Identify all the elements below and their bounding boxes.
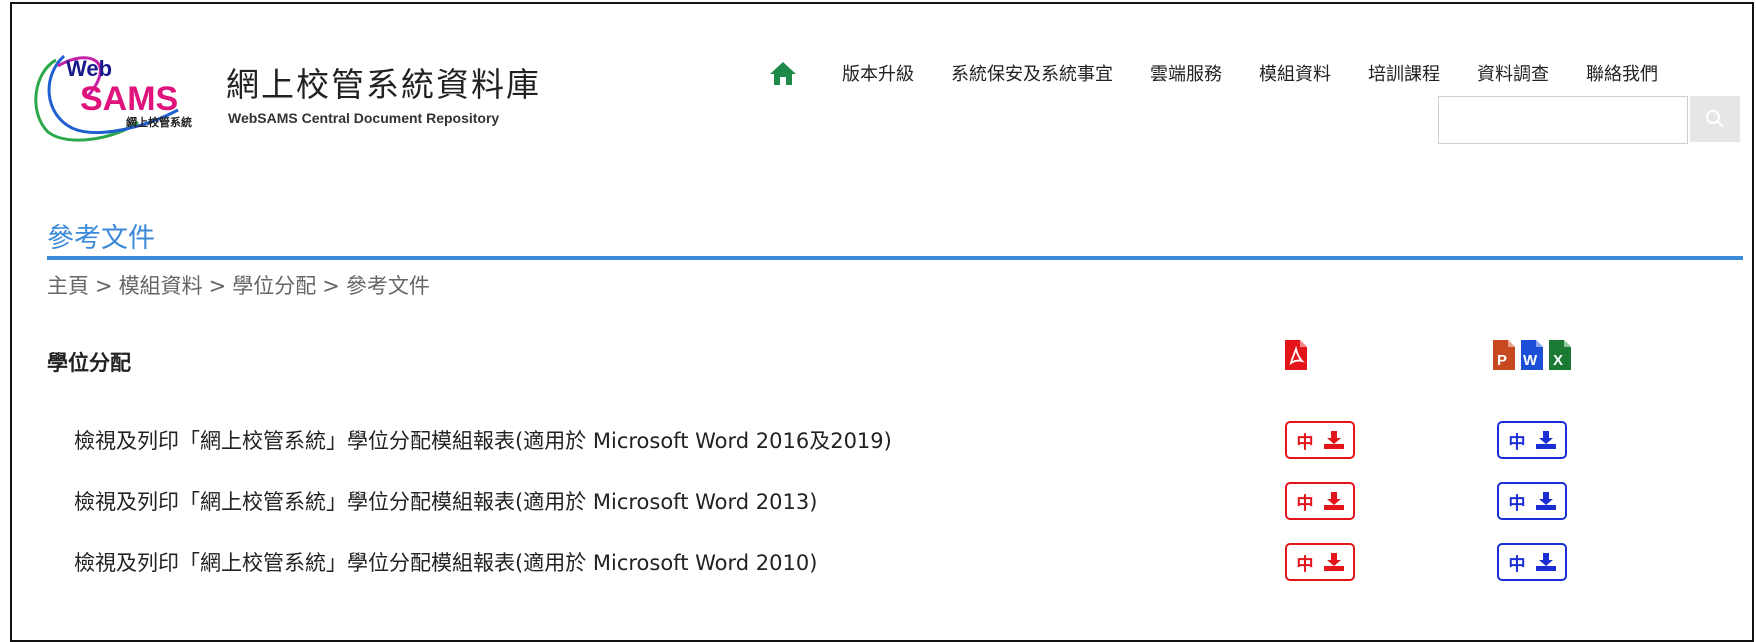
nav-item-security[interactable]: 系統保安及系統事宜 (951, 60, 1113, 86)
word-file-icon: W (1521, 340, 1543, 370)
site-title: 網上校管系統資料庫 (226, 65, 541, 104)
logo-word-bottom: SAMS (80, 80, 178, 118)
download-icon (1323, 431, 1344, 449)
pdf-column-header (1285, 340, 1307, 370)
page-title: 參考文件 (47, 223, 155, 254)
nav-item-contact[interactable]: 聯絡我們 (1586, 60, 1658, 86)
breadcrumb-separator: > (95, 274, 113, 298)
search-button[interactable] (1690, 96, 1740, 142)
download-pdf-button[interactable]: 中 (1285, 543, 1355, 581)
doc-row: 檢視及列印「網上校管系統」學位分配模組報表(適用於 Microsoft Word… (12, 415, 1756, 465)
nav-item-training[interactable]: 培訓課程 (1368, 60, 1440, 86)
logo-word-top: Web (66, 56, 112, 81)
svg-text:W: W (1523, 352, 1538, 369)
doc-title: 檢視及列印「網上校管系統」學位分配模組報表(適用於 Microsoft Word… (74, 490, 818, 514)
breadcrumb-school-places[interactable]: 學位分配 (232, 274, 316, 298)
doc-title: 檢視及列印「網上校管系統」學位分配模組報表(適用於 Microsoft Word… (74, 429, 892, 453)
download-icon (1323, 492, 1344, 510)
doc-title: 檢視及列印「網上校管系統」學位分配模組報表(適用於 Microsoft Word… (74, 551, 818, 575)
doc-row: 檢視及列印「網上校管系統」學位分配模組報表(適用於 Microsoft Word… (12, 476, 1756, 526)
pdf-file-icon (1285, 340, 1307, 370)
excel-file-icon: X (1549, 340, 1571, 370)
section-title: 學位分配 (47, 351, 131, 375)
powerpoint-file-icon: P (1493, 340, 1515, 370)
websams-logo-graphic: Web SAMS (34, 54, 179, 142)
svg-text:X: X (1553, 352, 1563, 369)
search-input[interactable] (1438, 96, 1688, 144)
download-pdf-button[interactable]: 中 (1285, 421, 1355, 459)
download-office-button[interactable]: 中 (1497, 482, 1567, 520)
nav-item-survey[interactable]: 資料調查 (1477, 60, 1549, 86)
download-icon (1535, 553, 1556, 571)
lang-label: 中 (1508, 554, 1526, 575)
logo-cn-small: 網上校管系統 (126, 116, 192, 129)
nav-item-cloud[interactable]: 雲端服務 (1150, 60, 1222, 86)
page-frame: Web SAMS 網上校管系統 網上校管系統資料庫 WebSAMS Centra… (10, 2, 1754, 642)
main-nav: 版本升級 系統保安及系統事宜 雲端服務 模組資料 培訓課程 資料調查 聯絡我們 (769, 56, 1658, 90)
lang-label: 中 (1296, 493, 1314, 514)
lang-label: 中 (1508, 493, 1526, 514)
download-icon (1323, 553, 1344, 571)
office-column-header: P W X (1493, 340, 1571, 370)
site-logo[interactable]: Web SAMS 網上校管系統 網上校管系統資料庫 WebSAMS Centra… (28, 52, 548, 144)
download-pdf-button[interactable]: 中 (1285, 482, 1355, 520)
doc-row: 檢視及列印「網上校管系統」學位分配模組報表(適用於 Microsoft Word… (12, 537, 1756, 587)
breadcrumb-separator: > (208, 274, 227, 298)
breadcrumb-modules[interactable]: 模組資料 (119, 274, 203, 298)
lang-label: 中 (1508, 432, 1526, 453)
search-icon (1706, 110, 1724, 128)
nav-item-modules[interactable]: 模組資料 (1259, 60, 1331, 86)
breadcrumb-home[interactable]: 主頁 (47, 274, 89, 298)
breadcrumb-current: 參考文件 (345, 274, 430, 298)
download-icon (1535, 492, 1556, 510)
download-office-button[interactable]: 中 (1497, 543, 1567, 581)
lang-label: 中 (1296, 432, 1314, 453)
download-icon (1535, 431, 1556, 449)
breadcrumb: 主頁 > 模組資料 > 學位分配 > 參考文件 (47, 270, 430, 300)
title-divider (47, 256, 1743, 260)
site-subtitle: WebSAMS Central Document Repository (228, 110, 500, 126)
lang-label: 中 (1296, 554, 1314, 575)
nav-item-upgrade[interactable]: 版本升級 (842, 60, 914, 86)
home-icon[interactable] (769, 56, 805, 90)
svg-text:P: P (1497, 352, 1507, 369)
breadcrumb-separator: > (322, 274, 340, 298)
download-office-button[interactable]: 中 (1497, 421, 1567, 459)
